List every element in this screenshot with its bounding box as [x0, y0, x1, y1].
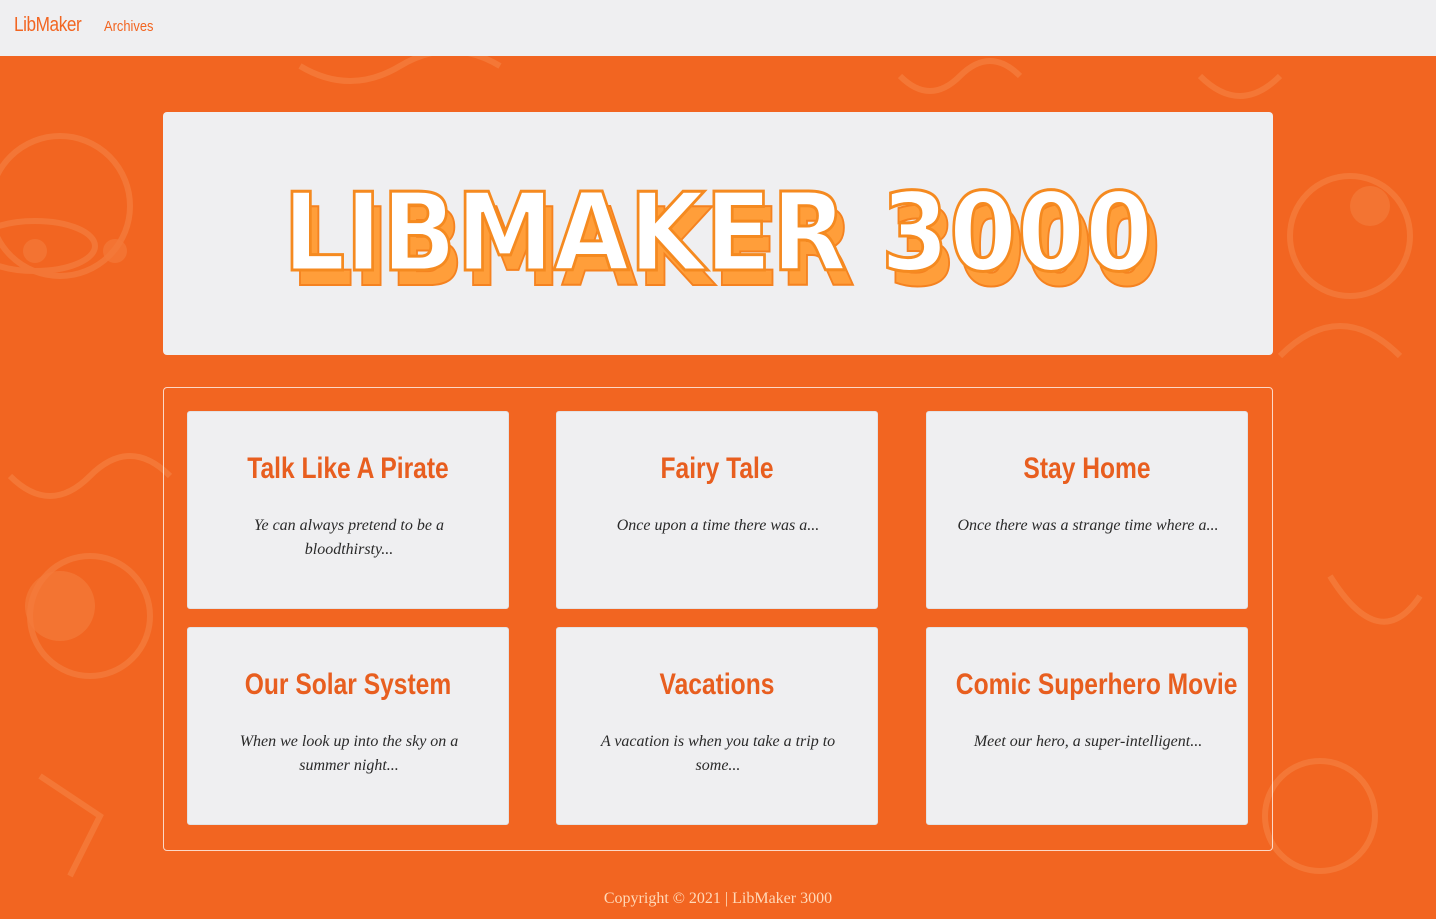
story-grid: Talk Like A Pirate Ye can always pretend… [163, 387, 1273, 851]
story-title: Our Solar System [244, 668, 452, 701]
logo-text: LIBMAKER 3000 [283, 171, 1153, 296]
story-card[interactable]: Stay Home Once there was a strange time … [926, 411, 1248, 609]
story-excerpt: A vacation is when you take a trip to so… [600, 733, 836, 774]
nav-link-archives[interactable]: Archives [104, 18, 153, 35]
story-excerpt: Once upon a time there was a... [616, 517, 820, 534]
logo-graphic: LIBMAKER 3000 LIBMAKER 3000 [282, 170, 1163, 313]
story-excerpt: Once there was a strange time where a... [957, 517, 1219, 534]
story-card[interactable]: Vacations A vacation is when you take a … [556, 627, 878, 825]
footer-copyright: Copyright © 2021 | LibMaker 3000 [603, 890, 833, 907]
story-card[interactable]: Comic Superhero Movie Meet our hero, a s… [926, 627, 1248, 825]
story-title: Comic Superhero Movie [955, 668, 1238, 701]
story-title: Stay Home [1023, 452, 1151, 485]
top-navbar: LibMaker Archives [0, 0, 1436, 56]
story-excerpt: Ye can always pretend to be a bloodthirs… [254, 517, 444, 558]
story-card[interactable]: Fairy Tale Once upon a time there was a.… [556, 411, 878, 609]
story-title: Vacations [659, 668, 775, 701]
story-title: Talk Like A Pirate [247, 452, 449, 485]
story-excerpt: Meet our hero, a super-intelligent... [973, 733, 1203, 750]
story-excerpt: When we look up into the sky on a summer… [239, 733, 459, 774]
hero-banner: LIBMAKER 3000 LIBMAKER 3000 [163, 112, 1273, 355]
story-card[interactable]: Talk Like A Pirate Ye can always pretend… [187, 411, 509, 609]
story-card[interactable]: Our Solar System When we look up into th… [187, 627, 509, 825]
brand-link[interactable]: LibMaker [14, 14, 82, 37]
story-title: Fairy Tale [660, 452, 774, 485]
